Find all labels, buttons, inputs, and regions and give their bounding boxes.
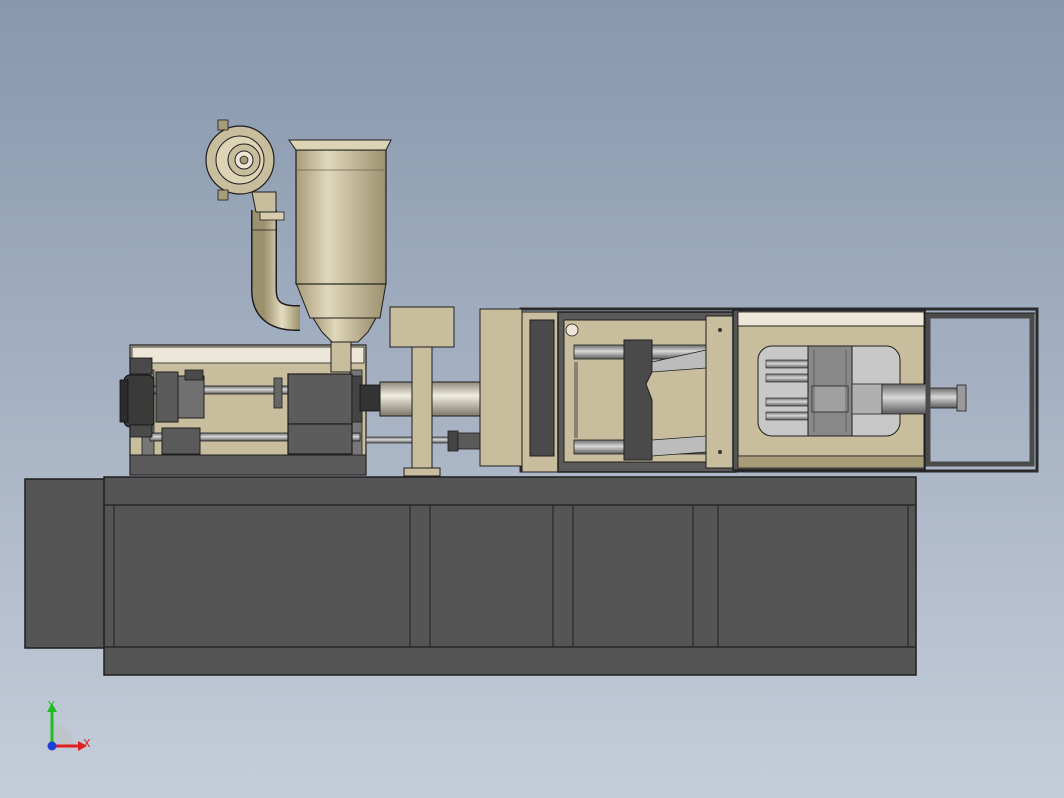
conveyor-pipe (252, 210, 300, 330)
rear-platen (705, 315, 737, 469)
hopper-dryer (205, 119, 392, 373)
clamping-unit (479, 307, 1039, 473)
injection-unit (119, 306, 521, 477)
hopper-cone (295, 282, 387, 319)
injection-block (287, 373, 353, 425)
blower-motor (205, 119, 277, 213)
x-axis-label: X (83, 737, 91, 750)
y-axis-label: Y (47, 699, 55, 712)
electrical-cabinet (24, 478, 106, 649)
machine-base (24, 476, 917, 676)
base-frame (103, 476, 917, 676)
hydraulic-motor (123, 374, 155, 428)
z-axis-dot (47, 741, 57, 751)
barrel-support (389, 306, 455, 348)
cad-viewport[interactable]: Y X (0, 0, 1064, 798)
coordinate-triad: Y X (47, 699, 91, 751)
moving-platen (623, 339, 653, 461)
injection-molding-machine-drawing: Y X (24, 119, 1039, 751)
clamp-cylinder-rod (927, 387, 959, 409)
